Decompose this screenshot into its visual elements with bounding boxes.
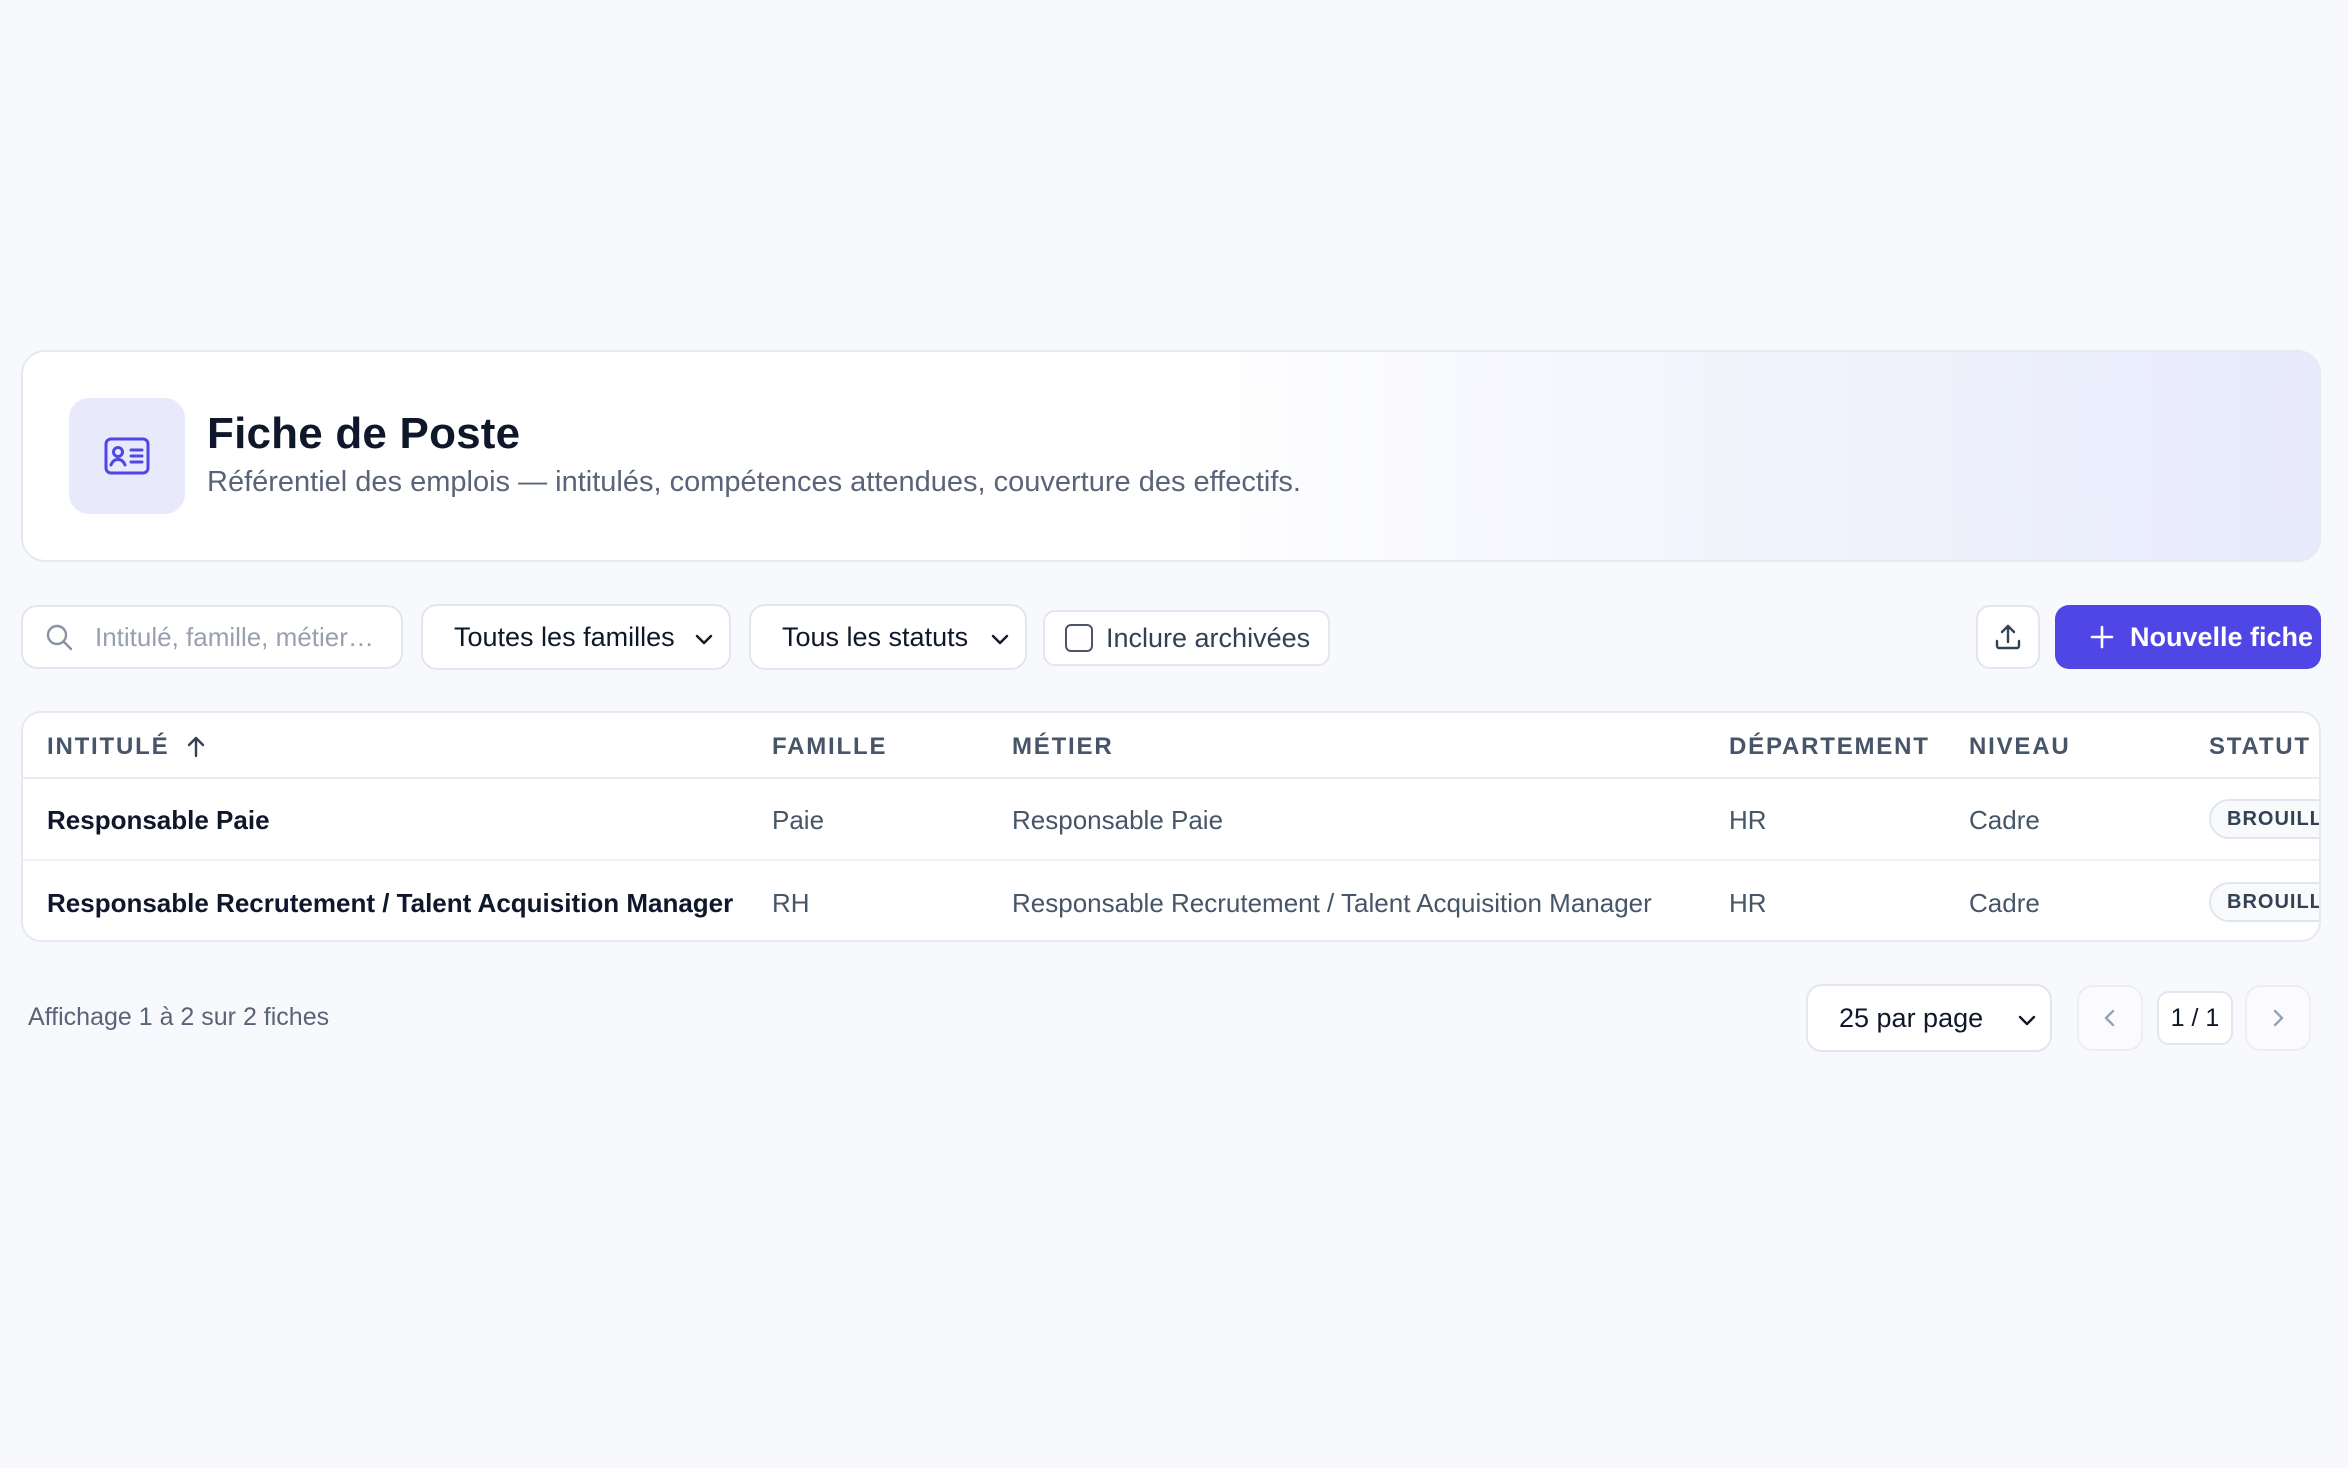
cell-niveau: Cadre	[1969, 888, 2040, 918]
cell-metier: Responsable Paie	[1012, 805, 1224, 835]
id-card-icon	[104, 437, 150, 475]
include-archived-toggle[interactable]: Inclure archivées	[1043, 610, 1330, 666]
column-label: MÉTIER	[1012, 733, 1114, 760]
chevron-right-icon	[2273, 1009, 2284, 1027]
table-row[interactable]: Responsable Paie Paie Responsable Paie H…	[23, 779, 2319, 861]
column-header-departement[interactable]: DÉPARTEMENT	[1729, 733, 1930, 761]
column-header-metier[interactable]: MÉTIER	[1012, 733, 1113, 761]
pagination-info: Affichage 1 à 2 sur 2 fiches	[28, 1003, 330, 1031]
next-page-button[interactable]	[2245, 985, 2311, 1051]
chevron-down-icon	[991, 634, 1009, 645]
cell-niveau: Cadre	[1969, 805, 2040, 835]
page-indicator: 1 / 1	[2157, 991, 2233, 1045]
page-header: Fiche de Poste Référentiel des emplois —…	[21, 350, 2321, 562]
table-header: INTITULÉ FAMILLE MÉTIER DÉPARTEMENT NIVE…	[23, 713, 2319, 779]
table-row[interactable]: Responsable Recrutement / Talent Acquisi…	[23, 862, 2319, 940]
cell-intitule[interactable]: Responsable Paie	[47, 805, 270, 836]
column-label: INTITULÉ	[47, 733, 170, 760]
toolbar: Toutes les familles Tous les statuts Inc…	[21, 602, 2321, 670]
new-fiche-label: Nouvelle fiche	[2130, 621, 2314, 652]
fiches-table: INTITULÉ FAMILLE MÉTIER DÉPARTEMENT NIVE…	[21, 711, 2321, 942]
cell-famille: Paie	[772, 805, 825, 835]
search-icon	[46, 624, 73, 651]
status-badge: BROUILLO	[2209, 882, 2319, 922]
previous-page-button[interactable]	[2077, 985, 2143, 1051]
status-filter-value: Tous les statuts	[782, 621, 969, 652]
chevron-down-icon	[695, 634, 713, 645]
plus-icon	[2090, 625, 2114, 649]
cell-famille: RH	[772, 888, 810, 918]
per-page-select[interactable]: 25 par page	[1806, 984, 2052, 1052]
page-subtitle: Référentiel des emplois — intitulés, com…	[207, 465, 1301, 498]
family-filter-select[interactable]: Toutes les familles	[421, 604, 731, 670]
include-archived-checkbox[interactable]	[1065, 624, 1093, 652]
upload-icon	[1995, 624, 2021, 650]
chevron-left-icon	[2104, 1009, 2115, 1027]
page: Fiche de Poste Référentiel des emplois —…	[0, 0, 2348, 1468]
cell-metier: Responsable Recrutement / Talent Acquisi…	[1012, 888, 1652, 918]
column-label: NIVEAU	[1969, 733, 2071, 760]
cell-intitule[interactable]: Responsable Recrutement / Talent Acquisi…	[47, 888, 733, 919]
status-badge: BROUILLO	[2209, 799, 2319, 839]
status-filter-select[interactable]: Tous les statuts	[749, 604, 1027, 670]
chevron-down-icon	[2018, 1015, 2036, 1026]
export-button[interactable]	[1976, 605, 2040, 669]
new-fiche-button[interactable]: Nouvelle fiche	[2055, 605, 2321, 669]
arrow-up-icon	[188, 736, 205, 758]
column-header-intitule[interactable]: INTITULÉ	[47, 733, 207, 761]
column-header-famille[interactable]: FAMILLE	[772, 733, 887, 761]
column-header-statut[interactable]: STATUT	[2209, 733, 2311, 761]
search-input[interactable]	[95, 621, 385, 653]
header-icon-container	[69, 398, 185, 514]
family-filter-value: Toutes les familles	[454, 621, 675, 652]
per-page-value: 25 par page	[1839, 1002, 1984, 1033]
column-label: STATUT	[2209, 733, 2311, 760]
page-title: Fiche de Poste	[207, 409, 521, 459]
column-header-niveau[interactable]: NIVEAU	[1969, 733, 2070, 761]
include-archived-label: Inclure archivées	[1106, 622, 1311, 653]
search-box	[21, 605, 403, 669]
cell-departement: HR	[1729, 888, 1767, 918]
cell-departement: HR	[1729, 805, 1767, 835]
column-label: DÉPARTEMENT	[1729, 733, 1930, 760]
column-label: FAMILLE	[772, 733, 888, 760]
